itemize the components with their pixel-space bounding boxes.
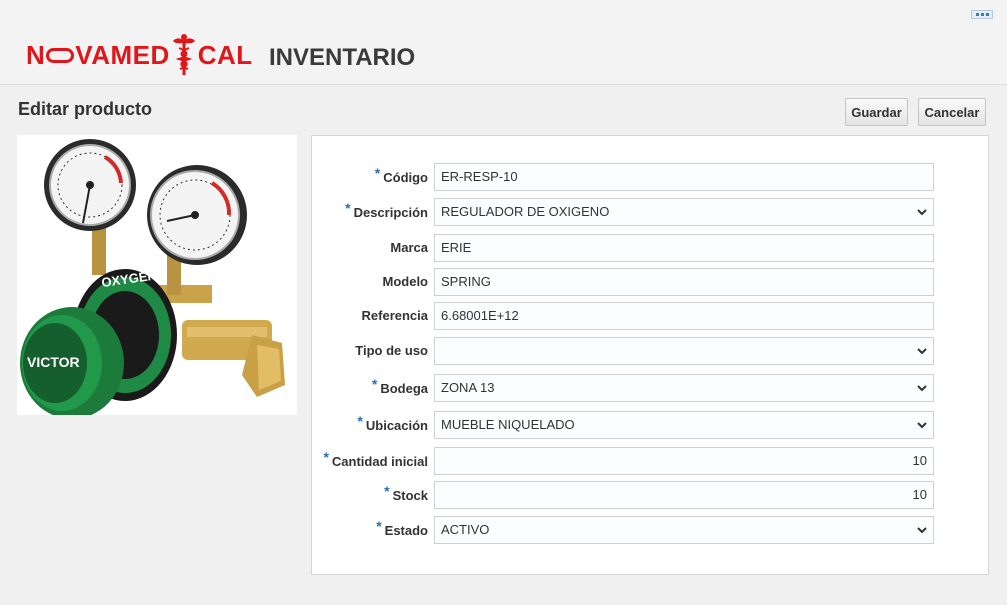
menu-dots-icon[interactable] [971,10,993,19]
field-label: Modelo [382,274,429,289]
chevron-down-icon [917,422,927,429]
cantidad-inicial-input[interactable]: 10 [434,447,934,475]
select-value: ACTIVO [441,522,490,537]
required-marker: * [376,518,382,534]
field-label: * Stock [384,483,428,503]
oxygen-regulator-illustration: OXYGEN VICTOR [20,139,285,419]
field-label: * Descripción [345,200,428,220]
field-label: * Bodega [371,376,428,396]
form-row-descripcion: * Descripción REGULADOR DE OXIGENO [312,198,990,226]
form-row-bodega: * Bodega ZONA 13 [312,374,990,402]
codigo-input[interactable]: ER-RESP-10 [434,163,934,191]
field-label: * Estado [376,518,428,538]
field-label: * Ubicación [357,413,428,433]
select-value: ZONA 13 [441,380,495,395]
form-row-codigo: * Código ER-RESP-10 [312,163,990,191]
form-row-referencia: Referencia 6.68001E+12 [312,302,990,330]
product-image: OXYGEN VICTOR [17,135,297,419]
form-row-ubicacion: * Ubicación MUEBLE NIQUELADO [312,411,990,439]
field-label: * Cantidad inicial [323,449,428,469]
marca-input[interactable]: ERIE [434,234,934,262]
page-title: Editar producto [18,99,152,119]
required-marker: * [357,413,363,429]
field-label: Marca [390,240,428,255]
bodega-select[interactable]: ZONA 13 [434,374,934,402]
chevron-down-icon [917,527,927,534]
chevron-down-icon [917,209,927,216]
logo-letter-n: N [26,39,46,70]
field-label: Tipo de uso [355,343,428,358]
caduceus-icon [172,34,195,75]
product-form-panel: * Código ER-RESP-10 * Descripción REGULADO… [311,135,989,575]
tipo-uso-select[interactable] [434,337,934,365]
required-marker: * [384,483,390,499]
novamedical-logo: N VAMED CAL [26,30,253,80]
chevron-down-icon [917,385,927,392]
required-marker: * [371,376,378,392]
save-button[interactable]: Guardar [845,98,908,126]
form-row-marca: Marca ERIE [312,234,990,262]
form-row-cantidad-inicial: * Cantidad inicial 10 [312,447,990,475]
select-value: REGULADOR DE OXIGENO [441,204,610,219]
ubicacion-select[interactable]: MUEBLE NIQUELADO [434,411,934,439]
chevron-down-icon [917,348,927,355]
estado-select[interactable]: ACTIVO [434,516,934,544]
victor-brand-text: VICTOR [27,354,80,370]
descripcion-select[interactable]: REGULADOR DE OXIGENO [434,198,934,226]
field-label: * Código [374,165,428,185]
referencia-input[interactable]: 6.68001E+12 [434,302,934,330]
cancel-button[interactable]: Cancelar [918,98,986,126]
app-title: INVENTARIO [269,44,416,71]
logo-o-shape [46,47,75,63]
logo-text-vamed: VAMED [75,39,170,70]
form-row-estado: * Estado ACTIVO [312,516,990,544]
form-row-stock: * Stock 10 [312,481,990,509]
field-label: Referencia [361,308,428,323]
required-marker: * [323,449,329,465]
modelo-input[interactable]: SPRING [434,268,934,296]
logo-text-cal: CAL [197,39,253,70]
select-value: MUEBLE NIQUELADO [441,417,575,432]
form-row-modelo: Modelo SPRING [312,268,990,296]
form-row-tipo-uso: Tipo de uso [312,337,990,365]
required-marker: * [345,200,351,216]
app-header: N VAMED CAL INVENTARIO [0,0,1007,85]
stock-input[interactable]: 10 [434,481,934,509]
required-marker: * [374,165,381,181]
